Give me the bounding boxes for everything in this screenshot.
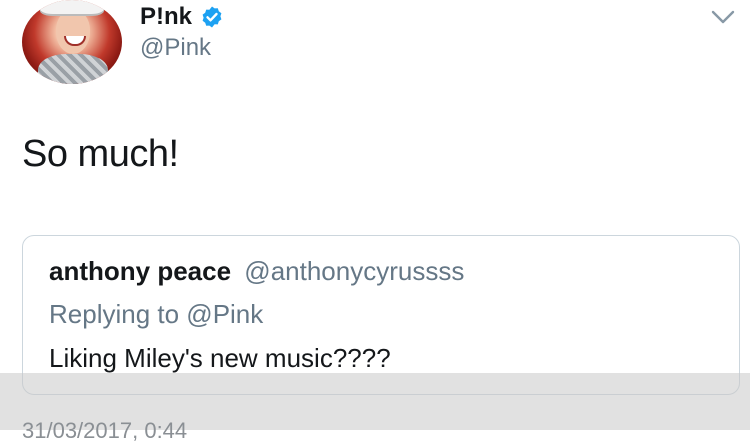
quoted-tweet-card[interactable]: anthony peace @anthonycyrussss Replying … [22, 235, 740, 395]
quoted-author-name: anthony peace [49, 256, 232, 286]
avatar-hat [40, 0, 104, 14]
tweet-header: P!nk @Pink [0, 0, 750, 100]
avatar[interactable] [22, 0, 122, 84]
quoted-author-row: anthony peace @anthonycyrussss [49, 256, 464, 287]
quoted-replying-to: Replying to @Pink [49, 299, 264, 329]
quoted-tweet-text: Liking Miley's new music???? [49, 343, 391, 373]
verified-icon [202, 6, 222, 28]
tweet-timestamp: 31/03/2017, 0:44 [22, 418, 188, 443]
avatar-face [56, 10, 90, 54]
author-handle[interactable]: @Pink [140, 34, 211, 62]
author-display-name[interactable]: P!nk [140, 3, 192, 31]
quoted-author-handle: @anthonycyrussss [244, 256, 465, 286]
avatar-shoulders [38, 54, 108, 84]
author-name-row[interactable]: P!nk [140, 2, 224, 32]
tweet-text: So much! [22, 133, 179, 175]
chevron-down-icon[interactable] [710, 8, 736, 26]
